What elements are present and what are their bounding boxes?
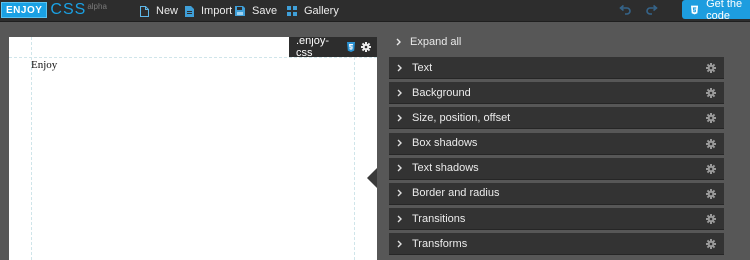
- logo-alpha-tag: alpha: [87, 2, 107, 11]
- section-box-shadows[interactable]: Box shadows: [389, 132, 724, 155]
- section-label: Box shadows: [412, 137, 478, 150]
- section-border-and-radius[interactable]: Border and radius: [389, 182, 724, 205]
- section-label: Text shadows: [412, 162, 479, 175]
- css3-icon[interactable]: [347, 42, 355, 52]
- gallery-button[interactable]: Gallery: [287, 0, 339, 22]
- expand-all-button[interactable]: Expand all: [396, 34, 461, 50]
- section-label: Transforms: [412, 237, 468, 250]
- gear-icon[interactable]: [706, 214, 716, 225]
- section-background[interactable]: Background: [389, 82, 724, 105]
- property-sections: Text Background Size, position, offset B…: [389, 57, 724, 259]
- chevron-right-icon: [397, 139, 402, 147]
- section-label: Size, position, offset: [412, 111, 511, 124]
- gear-icon[interactable]: [706, 239, 716, 250]
- selector-tab-label: .enjoy-css: [296, 37, 330, 59]
- undo-icon: [619, 4, 631, 15]
- section-transforms[interactable]: Transforms: [389, 233, 724, 256]
- top-toolbar: ENJOY CSS alpha New Import Save Gallery …: [0, 0, 750, 22]
- chevron-right-icon: [397, 64, 402, 72]
- redo-icon: [646, 4, 658, 15]
- guide-line-right: [354, 37, 355, 260]
- gear-icon[interactable]: [706, 113, 716, 124]
- app-logo[interactable]: ENJOY CSS alpha: [1, 2, 107, 18]
- import-button[interactable]: Import: [185, 0, 232, 22]
- new-button-label: New: [156, 5, 179, 17]
- chevron-right-icon: [397, 189, 402, 197]
- gear-icon[interactable]: [706, 188, 716, 199]
- chevron-right-icon: [397, 240, 402, 248]
- save-icon: [235, 6, 245, 16]
- panel-pointer-arrow: [367, 168, 377, 188]
- new-button[interactable]: New: [140, 0, 178, 22]
- import-file-icon: [185, 5, 194, 17]
- section-text-shadows[interactable]: Text shadows: [389, 157, 724, 180]
- gear-icon[interactable]: [706, 138, 716, 149]
- section-label: Text: [412, 61, 433, 74]
- gear-icon[interactable]: [706, 63, 716, 73]
- chevron-right-icon: [397, 114, 402, 122]
- get-code-button[interactable]: Get the code: [682, 0, 750, 22]
- save-button-label: Save: [252, 5, 278, 17]
- section-transitions[interactable]: Transitions: [389, 208, 724, 231]
- chevron-right-icon: [396, 38, 401, 46]
- section-size-position-offset[interactable]: Size, position, offset: [389, 107, 724, 130]
- gear-icon[interactable]: [706, 88, 716, 99]
- save-button[interactable]: Save: [235, 0, 277, 22]
- redo-button[interactable]: [646, 4, 658, 19]
- gear-icon[interactable]: [706, 163, 716, 174]
- logo-enjoy-text: ENJOY: [1, 2, 48, 18]
- import-button-label: Import: [201, 5, 233, 17]
- undo-button[interactable]: [619, 4, 631, 19]
- section-label: Border and radius: [412, 187, 500, 200]
- section-text[interactable]: Text: [389, 57, 724, 79]
- section-label: Background: [412, 86, 471, 99]
- get-code-label: Get the code: [706, 0, 743, 22]
- chevron-right-icon: [397, 215, 402, 223]
- expand-all-label: Expand all: [410, 36, 462, 48]
- section-label: Transitions: [412, 212, 466, 225]
- chevron-right-icon: [397, 164, 402, 172]
- preview-sample-text[interactable]: Enjoy: [31, 59, 57, 71]
- css3-icon: [691, 5, 699, 14]
- gallery-button-label: Gallery: [304, 5, 339, 17]
- new-file-icon: [140, 5, 149, 17]
- preview-canvas[interactable]: Enjoy .enjoy-css: [9, 37, 377, 260]
- selector-tab[interactable]: .enjoy-css: [289, 37, 377, 59]
- gallery-icon: [287, 6, 297, 16]
- gear-icon[interactable]: [361, 42, 371, 52]
- logo-css-text: CSS: [50, 1, 87, 18]
- chevron-right-icon: [397, 89, 402, 97]
